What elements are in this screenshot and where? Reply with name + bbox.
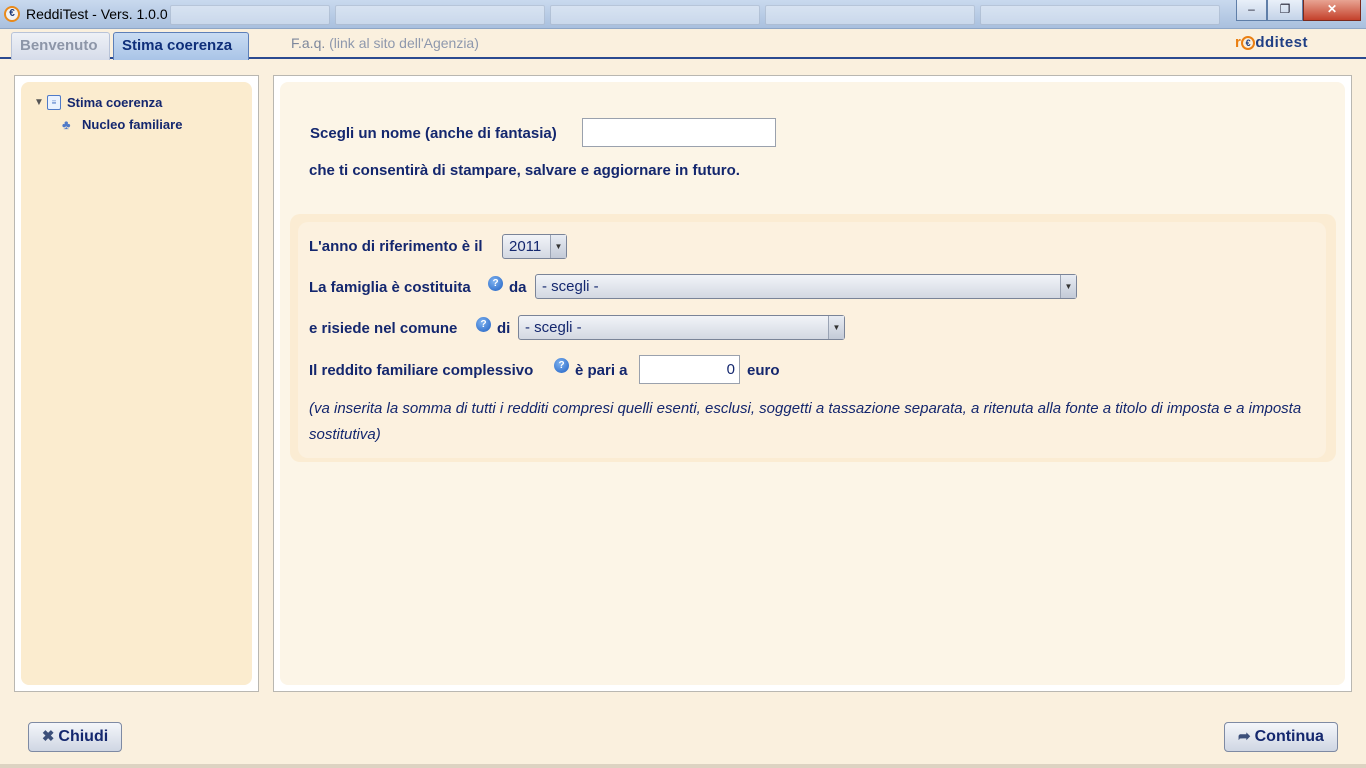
arrow-icon: ➦ <box>1238 728 1251 745</box>
family-select[interactable]: - scegli - ▼ <box>535 274 1077 299</box>
comune-selected-value: - scegli - <box>525 319 582 336</box>
income-input[interactable] <box>639 355 740 384</box>
year-label: L'anno di riferimento è il <box>309 238 483 255</box>
window-title: ReddiTest - Vers. 1.0.0 <box>26 6 168 22</box>
close-button-label: Chiudi <box>58 728 109 745</box>
close-icon: ✖ <box>41 728 55 745</box>
app-icon: € <box>4 6 20 22</box>
income-note: (va inserita la somma di tutti i redditi… <box>309 400 1302 443</box>
faq-sublabel: (link al sito dell'Agenzia) <box>329 35 479 51</box>
title-bar: € ReddiTest - Vers. 1.0.0 – ❐ ✕ <box>0 0 1366 29</box>
help-icon[interactable]: ? <box>476 317 491 332</box>
background-taskbar-tab <box>980 5 1220 25</box>
name-hint: che ti consentirà di stampare, salvare e… <box>309 162 740 179</box>
chevron-down-icon: ▼ <box>550 235 566 258</box>
tab-benvenuto[interactable]: Benvenuto <box>11 32 110 60</box>
navigation-panel <box>14 75 259 692</box>
comune-suffix: di <box>497 320 511 337</box>
help-icon[interactable]: ? <box>488 276 503 291</box>
tree-expand-icon[interactable]: ▼ <box>34 97 44 108</box>
name-label: Scegli un nome (anche di fantasia) <box>310 125 557 142</box>
tab-bar: Benvenuto Stima coerenza F.a.q. (link al… <box>0 29 1366 60</box>
faq-link[interactable]: F.a.q. (link al sito dell'Agenzia) <box>291 35 479 51</box>
tab-stima-coerenza[interactable]: Stima coerenza <box>113 32 249 60</box>
tree-item-stima-coerenza[interactable]: Stima coerenza <box>67 95 162 110</box>
minimize-button[interactable]: – <box>1236 0 1267 21</box>
income-unit: euro <box>747 362 780 379</box>
help-icon[interactable]: ? <box>554 358 569 373</box>
family-icon: ♣ <box>62 117 71 132</box>
year-select[interactable]: 2011 ▼ <box>502 234 567 259</box>
comune-select[interactable]: - scegli - ▼ <box>518 315 845 340</box>
faq-label: F.a.q. <box>291 35 326 51</box>
income-suffix: è pari a <box>575 362 628 379</box>
income-label: Il reddito familiare complessivo <box>309 362 534 379</box>
close-window-button[interactable]: ✕ <box>1303 0 1361 21</box>
logo-text-right: dditest <box>1255 34 1309 51</box>
family-suffix: da <box>509 279 527 296</box>
euro-icon: € <box>1241 36 1256 50</box>
family-label: La famiglia è costituita <box>309 279 471 296</box>
continue-button[interactable]: ➦ Continua <box>1224 722 1338 752</box>
form-icon: ≡ <box>47 95 61 110</box>
tree-item-nucleo-familiare[interactable]: Nucleo familiare <box>82 117 182 132</box>
redditest-logo: r € dditest <box>1235 34 1308 51</box>
comune-label: e risiede nel comune <box>309 320 458 337</box>
background-taskbar-tab <box>170 5 330 25</box>
year-selected-value: 2011 <box>509 238 542 255</box>
navigation-panel-inner <box>21 82 252 685</box>
family-selected-value: - scegli - <box>542 278 599 295</box>
background-taskbar-tab <box>550 5 760 25</box>
chevron-down-icon: ▼ <box>1060 275 1076 298</box>
chevron-down-icon: ▼ <box>828 316 844 339</box>
background-taskbar-tab <box>335 5 545 25</box>
background-taskbar-tab <box>765 5 975 25</box>
continue-button-label: Continua <box>1254 728 1324 745</box>
restore-button[interactable]: ❐ <box>1267 0 1303 21</box>
close-button[interactable]: ✖ Chiudi <box>28 722 122 752</box>
taskbar-edge <box>0 764 1366 768</box>
name-input[interactable] <box>582 118 776 147</box>
